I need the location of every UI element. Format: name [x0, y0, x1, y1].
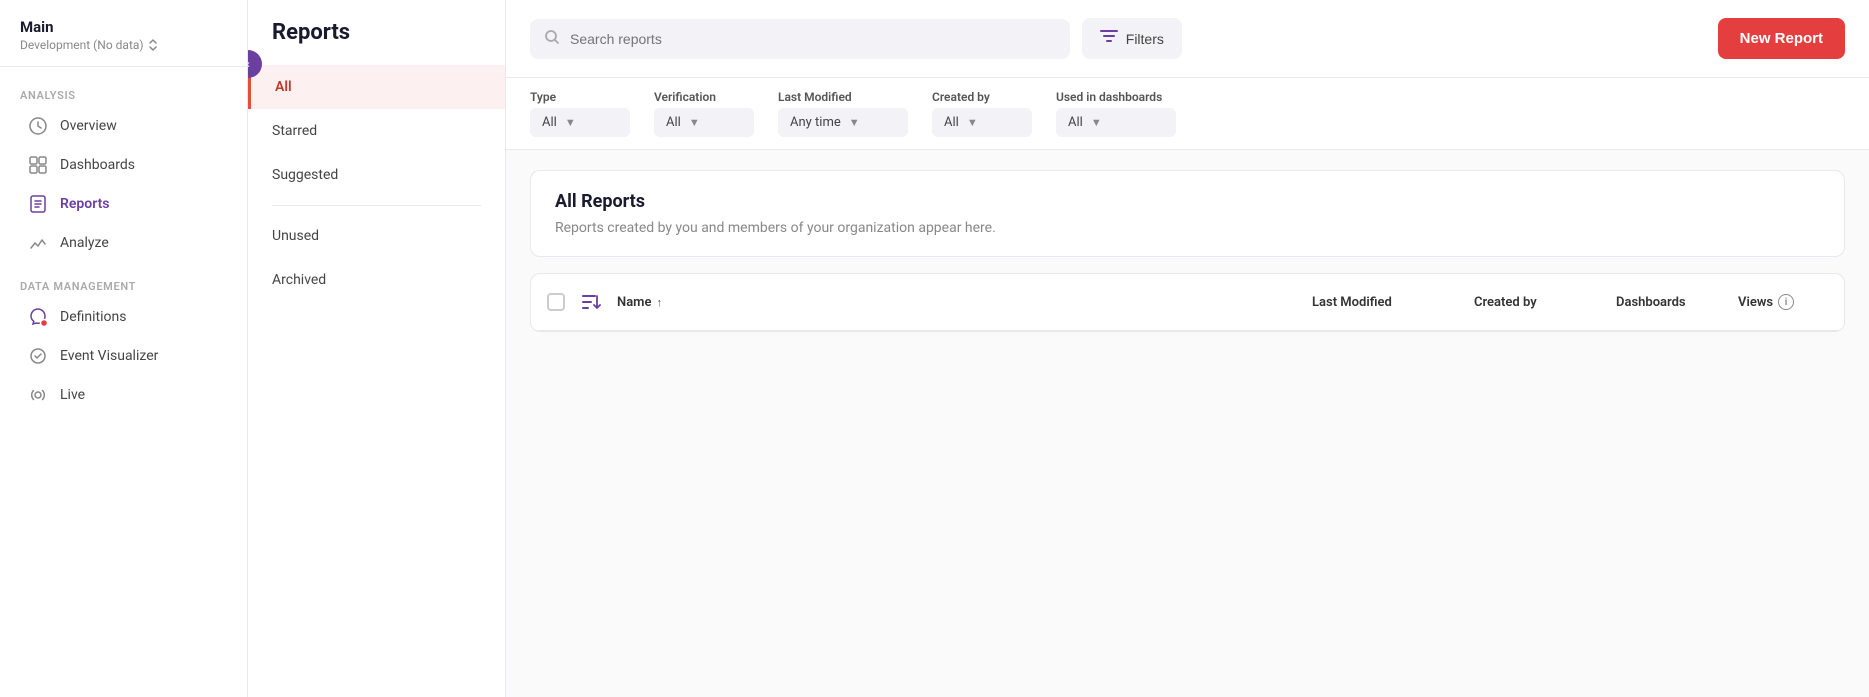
dashboards-label: Dashboards	[60, 157, 135, 173]
views-info-icon[interactable]: i	[1778, 294, 1794, 310]
dashboards-icon	[28, 155, 48, 175]
sidebar-header: Main Development (No data)	[0, 0, 247, 67]
sidebar-item-reports[interactable]: Reports	[8, 185, 239, 223]
col-name-header[interactable]: Name ↑	[617, 295, 1300, 310]
analysis-section-label: Analysis	[0, 81, 247, 106]
used-in-dashboards-filter-select[interactable]: All ▼	[1056, 108, 1176, 137]
event-visualizer-label: Event Visualizer	[60, 348, 158, 364]
app-name: Main	[20, 18, 231, 36]
last-modified-filter: Last Modified Any time ▼	[778, 90, 908, 137]
live-label: Live	[60, 387, 85, 403]
overview-icon	[28, 116, 48, 136]
used-in-dashboards-chevron-icon: ▼	[1091, 116, 1102, 129]
reports-icon	[28, 194, 48, 214]
last-modified-filter-select[interactable]: Any time ▼	[778, 108, 908, 137]
reports-nav-unused[interactable]: Unused	[248, 214, 505, 258]
subtitle-chevron-icon	[148, 38, 158, 52]
sidebar-item-analyze[interactable]: Analyze	[8, 224, 239, 262]
search-box[interactable]	[530, 19, 1070, 59]
sidebar-nav: Analysis Overview Dashboards	[0, 67, 247, 697]
reports-sidebar: Reports All Starred Suggested Unused Arc…	[248, 0, 506, 697]
type-filter-select[interactable]: All ▼	[530, 108, 630, 137]
used-in-dashboards-filter: Used in dashboards All ▼	[1056, 90, 1176, 137]
data-management-section-label: Data Management	[0, 272, 247, 297]
filters-button[interactable]: Filters	[1082, 18, 1182, 59]
all-reports-card: All Reports Reports created by you and m…	[530, 170, 1845, 257]
sidebar-item-dashboards[interactable]: Dashboards	[8, 146, 239, 184]
reports-table: Name ↑ Last Modified Created by Dashboar…	[530, 273, 1845, 332]
col-dashboards-header[interactable]: Dashboards	[1616, 295, 1726, 310]
new-report-button[interactable]: New Report	[1718, 18, 1845, 59]
definitions-icon	[28, 307, 48, 327]
type-filter: Type All ▼	[530, 90, 630, 137]
main-area: ‹ Reports All Starred Suggested Unused A…	[248, 0, 1869, 697]
all-reports-description: Reports created by you and members of yo…	[555, 220, 1820, 236]
select-all-checkbox[interactable]	[547, 293, 565, 311]
analyze-label: Analyze	[60, 235, 109, 251]
content-area: Filters New Report Type All ▼ Verificati…	[506, 0, 1869, 697]
overview-label: Overview	[60, 118, 117, 134]
type-filter-label: Type	[530, 90, 630, 104]
event-visualizer-icon	[28, 346, 48, 366]
col-views-header[interactable]: Views i	[1738, 294, 1828, 310]
filters-icon	[1100, 28, 1118, 49]
collapse-icon: ‹	[248, 57, 250, 71]
sidebar: Main Development (No data) Analysis Over…	[0, 0, 248, 697]
verification-filter-label: Verification	[654, 90, 754, 104]
sidebar-item-definitions[interactable]: Definitions	[8, 298, 239, 336]
col-last-modified-header[interactable]: Last Modified	[1312, 295, 1462, 310]
reports-nav-suggested[interactable]: Suggested	[248, 153, 505, 197]
reports-label: Reports	[60, 196, 110, 212]
last-modified-filter-label: Last Modified	[778, 90, 908, 104]
live-icon	[28, 385, 48, 405]
created-by-filter: Created by All ▼	[932, 90, 1032, 137]
used-in-dashboards-filter-label: Used in dashboards	[1056, 90, 1176, 104]
reports-nav-all[interactable]: All	[248, 65, 505, 109]
created-by-filter-label: Created by	[932, 90, 1032, 104]
search-input[interactable]	[570, 31, 1056, 47]
col-created-by-header[interactable]: Created by	[1474, 295, 1604, 310]
reports-nav-starred[interactable]: Starred	[248, 109, 505, 153]
sidebar-item-event-visualizer[interactable]: Event Visualizer	[8, 337, 239, 375]
sidebar-item-overview[interactable]: Overview	[8, 107, 239, 145]
reports-nav-archived[interactable]: Archived	[248, 258, 505, 302]
filters-label: Filters	[1126, 31, 1164, 47]
filters-row: Type All ▼ Verification All ▼ Last Modif…	[506, 78, 1869, 150]
search-icon	[544, 29, 560, 49]
table-header-row: Name ↑ Last Modified Created by Dashboar…	[531, 274, 1844, 331]
app-subtitle[interactable]: Development (No data)	[20, 38, 231, 52]
created-by-filter-select[interactable]: All ▼	[932, 108, 1032, 137]
verification-chevron-icon: ▼	[689, 116, 700, 129]
reports-nav-divider	[272, 205, 481, 206]
table-sort-icon[interactable]	[577, 288, 605, 316]
created-by-chevron-icon: ▼	[967, 116, 978, 129]
verification-filter: Verification All ▼	[654, 90, 754, 137]
type-chevron-icon: ▼	[565, 116, 576, 129]
content-header: Filters New Report	[506, 0, 1869, 78]
verification-filter-select[interactable]: All ▼	[654, 108, 754, 137]
last-modified-chevron-icon: ▼	[849, 116, 860, 129]
name-sort-arrow: ↑	[656, 296, 662, 309]
reports-page-title: Reports	[248, 20, 505, 65]
definitions-label: Definitions	[60, 309, 126, 325]
analyze-icon	[28, 233, 48, 253]
all-reports-title: All Reports	[555, 191, 1820, 212]
sidebar-item-live[interactable]: Live	[8, 376, 239, 414]
